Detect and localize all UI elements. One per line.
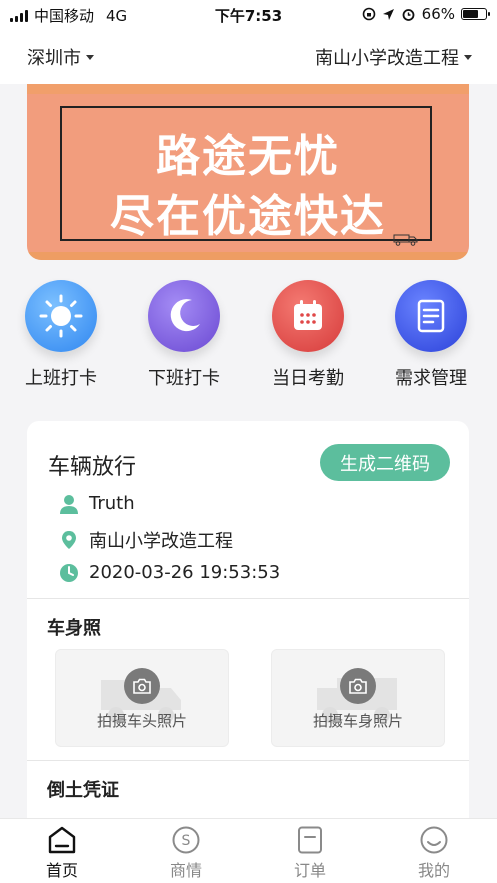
location-arrow-icon (382, 8, 394, 20)
battery-fill (463, 10, 478, 18)
vehicle-release-card: 车辆放行 生成二维码 Truth 南山小学改造工程 2020-03-26 19:… (27, 421, 469, 841)
clock-in-circle (25, 280, 97, 352)
city-label: 深圳市 (27, 48, 81, 69)
dump-voucher-title: 倒土凭证 (47, 780, 119, 801)
banner-headline: 路途无忧 (156, 131, 340, 182)
truck-icon (393, 234, 418, 246)
card-divider (27, 760, 469, 761)
body-photo-upload[interactable]: 拍摄车身照片 (271, 649, 445, 747)
clock-in-button[interactable]: 上班打卡 (6, 280, 116, 390)
camera-icon (340, 668, 376, 704)
banner-wave-top (27, 84, 469, 94)
battery-percent: 66% (421, 5, 455, 23)
rotation-lock-icon (362, 7, 375, 21)
requirements-button[interactable]: 需求管理 (376, 280, 486, 390)
status-right: 66% (362, 5, 490, 23)
home-icon (48, 826, 76, 854)
body-photo-label: 拍摄车身照片 (312, 712, 403, 730)
user-row: Truth (59, 493, 135, 514)
camera-icon (124, 668, 160, 704)
project-label: 南山小学改造工程 (315, 48, 459, 69)
clock-in-label: 上班打卡 (25, 368, 97, 389)
tab-profile[interactable]: 我的 (372, 825, 496, 881)
clock-out-circle (148, 280, 220, 352)
banner-wave-bottom (27, 252, 469, 260)
tab-home[interactable]: 首页 (0, 825, 124, 881)
card-title: 车辆放行 (48, 455, 137, 480)
tab-profile-label: 我的 (417, 861, 450, 880)
front-photo-upload[interactable]: 拍摄车头照片 (55, 649, 229, 747)
smiley-icon (420, 826, 448, 854)
tab-market[interactable]: S 商情 (124, 825, 248, 881)
document-icon (417, 299, 445, 333)
location-row: 南山小学改造工程 (59, 527, 233, 553)
quick-actions: 上班打卡 下班打卡 当日考勤 需求管理 (0, 280, 497, 395)
caret-down-icon (464, 54, 472, 60)
card-divider (27, 598, 469, 599)
sun-icon (39, 294, 83, 338)
battery-icon (461, 8, 490, 20)
svg-text:S: S (182, 833, 191, 849)
release-datetime: 2020-03-26 19:53:53 (89, 562, 281, 583)
attendance-circle (272, 280, 344, 352)
clock-out-button[interactable]: 下班打卡 (129, 280, 239, 390)
alarm-icon (402, 8, 415, 21)
front-photo-label: 拍摄车头照片 (96, 712, 187, 730)
requirements-circle (395, 280, 467, 352)
generate-qr-button[interactable]: 生成二维码 (320, 444, 450, 481)
location-name: 南山小学改造工程 (89, 531, 233, 552)
car-photos-title: 车身照 (47, 618, 101, 639)
tab-market-label: 商情 (169, 861, 202, 880)
time-row: 2020-03-26 19:53:53 (59, 562, 280, 583)
top-header: 深圳市 南山小学改造工程 (0, 28, 497, 84)
requirements-label: 需求管理 (395, 368, 467, 389)
order-icon (298, 826, 322, 854)
dollar-coin-icon: S (172, 826, 200, 854)
clock-icon (60, 563, 78, 582)
user-name: Truth (89, 493, 135, 514)
bottom-tab-bar: 首页 S 商情 订单 我的 (0, 818, 497, 883)
tab-home-label: 首页 (45, 861, 78, 880)
caret-down-icon (86, 54, 94, 60)
user-icon (60, 494, 78, 514)
tab-orders-label: 订单 (293, 861, 326, 880)
attendance-button[interactable]: 当日考勤 (253, 280, 363, 390)
project-selector[interactable]: 南山小学改造工程 (315, 44, 472, 70)
calendar-icon (294, 300, 322, 330)
status-bar: 中国移动 4G 下午7:53 66% (0, 0, 497, 28)
city-selector[interactable]: 深圳市 (27, 44, 94, 70)
promo-banner[interactable]: 路途无忧 尽在优途快达 (27, 84, 469, 260)
clock-out-label: 下班打卡 (148, 368, 220, 389)
moon-icon (170, 299, 200, 332)
attendance-label: 当日考勤 (272, 368, 344, 389)
tab-orders[interactable]: 订单 (248, 825, 372, 881)
location-pin-icon (62, 531, 76, 549)
